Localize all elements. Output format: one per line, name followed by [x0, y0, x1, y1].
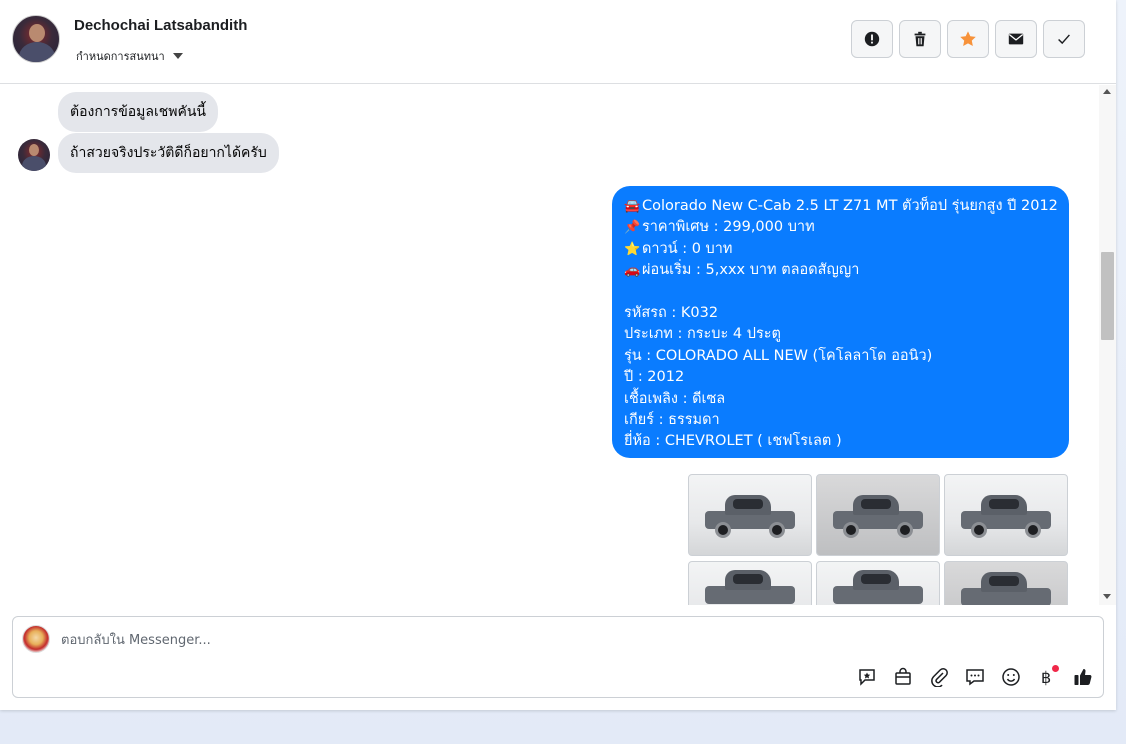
detail-line: เกียร์ : ธรรมดา — [624, 411, 720, 428]
conversation-header: Dechochai Latsabandith กำหนดการสนทนา — [0, 0, 1116, 84]
contact-avatar-small[interactable] — [18, 139, 50, 171]
delete-button[interactable] — [899, 20, 941, 58]
reply-input[interactable] — [61, 630, 761, 650]
payment-button[interactable]: ฿ — [1035, 665, 1059, 689]
car-photo[interactable] — [688, 474, 812, 556]
detail-line: รหัสรถ : K032 — [624, 304, 719, 321]
outgoing-message[interactable]: 🚘 Colorado New C-Cab 2.5 LT Z71 MT ตัวท็อ… — [612, 186, 1069, 458]
notification-dot — [1052, 665, 1059, 672]
assign-label: กำหนดการสนทนา — [76, 50, 165, 63]
message-thread[interactable]: ต้องการข้อมูลเชพคันนี้ ถ้าสวยจริงประวัติ… — [0, 85, 1116, 605]
like-thumb-icon — [1074, 669, 1092, 685]
chat-bubbles-icon — [966, 669, 984, 686]
emoji-icon — [1002, 668, 1020, 686]
check-icon — [1058, 34, 1070, 45]
car-photo[interactable] — [944, 561, 1068, 605]
star-button[interactable] — [947, 20, 989, 58]
paperclip-icon — [931, 667, 948, 687]
car-photo[interactable] — [944, 474, 1068, 556]
detail-line: ปี : 2012 — [624, 369, 685, 386]
message-line: 📌 ราคาพิเศษ : 299,000 บาท — [624, 219, 815, 236]
mark-unread-button[interactable] — [995, 20, 1037, 58]
alert-icon — [864, 31, 880, 47]
mark-done-button[interactable] — [1043, 20, 1085, 58]
incoming-message[interactable]: ต้องการข้อมูลเชพคันนี้ — [58, 92, 219, 132]
envelope-icon — [1008, 33, 1024, 45]
detail-line: ยี่ห้อ : CHEVROLET ( เชฟโรเลต ) — [624, 433, 842, 450]
car-photo[interactable] — [816, 561, 940, 605]
detail-line: ประเภท : กระบะ 4 ประตู — [624, 326, 781, 343]
photo-gallery — [688, 474, 1070, 605]
star-icon — [960, 31, 976, 47]
detail-line: เชื้อเพลิง : ดีเซล — [624, 390, 726, 407]
car-photo[interactable] — [816, 474, 940, 556]
shop-button[interactable] — [891, 665, 915, 689]
assign-conversation-dropdown[interactable]: กำหนดการสนทนา — [76, 47, 183, 65]
car-photo[interactable] — [688, 561, 812, 605]
message-line: ⭐ ดาวน์ : 0 บาท — [624, 240, 733, 257]
svg-text:฿: ฿ — [1041, 668, 1051, 687]
message-line: 🚘 Colorado New C-Cab 2.5 LT Z71 MT ตัวท็อ… — [624, 198, 1058, 214]
detail-line: รุ่น : COLORADO ALL NEW (โคโลลาโด ออนิว) — [624, 347, 933, 364]
saved-reply-button[interactable] — [855, 665, 879, 689]
incoming-message[interactable]: ถ้าสวยจริงประวัติดีก็อยากได้ครับ — [58, 133, 279, 173]
caret-down-icon — [172, 53, 183, 59]
scroll-thumb[interactable] — [1101, 252, 1114, 340]
composer-tools: ฿ — [855, 665, 1095, 689]
emoji-button[interactable] — [999, 665, 1023, 689]
conversation-window: Dechochai Latsabandith กำหนดการสนทนา ต้อ… — [0, 0, 1116, 710]
contact-avatar[interactable] — [12, 15, 60, 63]
contact-name[interactable]: Dechochai Latsabandith — [74, 17, 247, 34]
header-actions — [851, 20, 1085, 58]
like-button[interactable] — [1071, 665, 1095, 689]
attach-button[interactable] — [927, 665, 951, 689]
mark-spam-button[interactable] — [851, 20, 893, 58]
reply-composer: ฿ — [12, 616, 1104, 698]
scroll-up-arrow-icon[interactable] — [1103, 89, 1111, 94]
shop-bag-icon — [895, 667, 911, 685]
trash-icon — [914, 31, 926, 47]
thread-scrollbar[interactable] — [1099, 85, 1116, 605]
message-line: 🚗 ผ่อนเริ่ม : 5,xxx บาท ตลอดสัญญา — [624, 262, 860, 279]
scroll-down-arrow-icon[interactable] — [1103, 594, 1111, 599]
saved-reply-icon — [859, 669, 875, 686]
quick-replies-button[interactable] — [963, 665, 987, 689]
page-avatar — [22, 625, 50, 653]
